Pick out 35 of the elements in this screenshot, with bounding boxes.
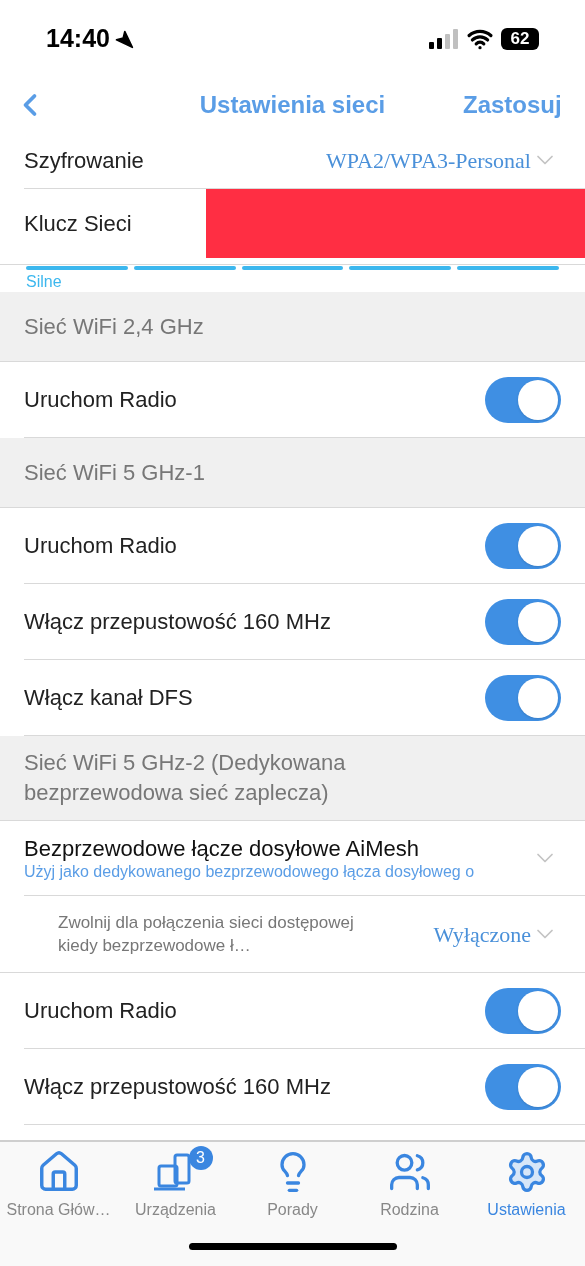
fallback-select[interactable]: Wyłączone	[433, 917, 531, 951]
row-label: Włącz kanał DFS	[24, 684, 193, 712]
toggle-switch[interactable]	[485, 522, 561, 569]
toggle-switch[interactable]	[485, 376, 561, 423]
row-label: Uruchom Radio	[24, 386, 177, 414]
toggle-switch[interactable]	[485, 1063, 561, 1110]
signal-icon	[429, 29, 459, 49]
apply-button[interactable]: Zastosuj	[463, 87, 573, 123]
row-label: Uruchom Radio	[24, 997, 177, 1025]
tab-bar-item[interactable]: Rodzina	[351, 1148, 468, 1226]
toggle-switch[interactable]	[485, 987, 561, 1034]
section-header: Sieć WiFi 2,4 GHz	[24, 312, 204, 341]
row-label: Włącz przepustowość 160 MHz	[24, 608, 331, 636]
location-icon	[113, 29, 134, 49]
strength-label: Silne	[26, 272, 62, 292]
row-description: Użyj jako dedykowanego bezprzewodowego łącza dosyłoweg o	[24, 863, 476, 881]
tab-bar-item[interactable]: Strona Głów…	[0, 1148, 117, 1226]
battery-indicator: 62	[501, 28, 539, 50]
tab-bar-item[interactable]: 3 Urządzenia	[117, 1148, 234, 1226]
toggle-switch[interactable]	[485, 598, 561, 645]
encryption-select[interactable]: WPA2/WPA3-Personal	[326, 143, 531, 177]
row-label: Włącz przepustowość 160 MHz	[24, 1073, 331, 1101]
row-label: Zwolnij dla połączenia sieci dostępowej kiedy bezprzewodowe ł…	[58, 912, 355, 957]
section-header: Sieć WiFi 5 GHz-2 (Dedykowana bezprzewodowa sieć zaplecza)	[24, 749, 347, 807]
tab-bar-item[interactable]: Ustawienia	[468, 1148, 585, 1226]
page-title: Ustawienia sieci	[199, 90, 386, 120]
toggle-switch[interactable]	[485, 674, 561, 721]
clock-time: 14:40	[46, 23, 110, 55]
row-label: Klucz Sieci	[23, 210, 133, 238]
row-label: Bezprzewodowe łącze dosyłowe AiMesh	[24, 835, 420, 863]
tab-bar-item[interactable]: Porady	[234, 1148, 351, 1226]
row-label: Uruchom Radio	[24, 532, 177, 560]
count-badge: 3	[188, 1146, 213, 1170]
row-label: Szyfrowanie	[24, 146, 144, 175]
section-header: Sieć WiFi 5 GHz-1	[24, 458, 205, 487]
